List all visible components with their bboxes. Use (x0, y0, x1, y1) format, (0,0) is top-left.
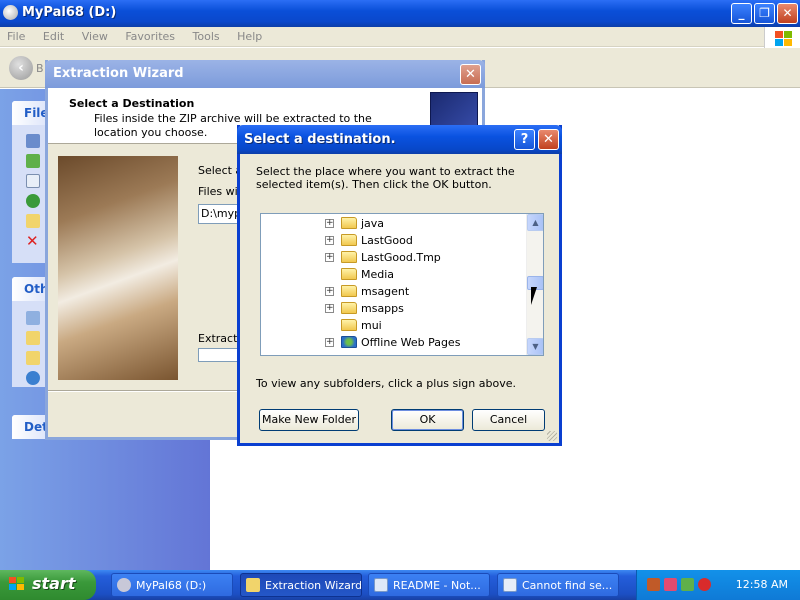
tree-item[interactable]: + LastGood.Tmp (261, 249, 525, 266)
ok-button[interactable]: OK (391, 409, 464, 431)
tray-app-icon[interactable] (647, 578, 660, 591)
publish-icon[interactable] (26, 194, 40, 208)
wizard-title: Extraction Wizard (53, 66, 184, 81)
explorer-title: MyPal68 (D:) (22, 5, 117, 20)
folder-icon (341, 268, 357, 280)
expand-plus-icon[interactable]: + (325, 236, 334, 245)
tree-item-label: LastGood.Tmp (361, 251, 441, 264)
wizard-header-title: Select a Destination (69, 97, 195, 110)
taskbar-item-browser[interactable]: Cannot find se... (497, 573, 619, 597)
taskbar-item-label: MyPal68 (D:) (136, 579, 207, 592)
taskbar-item-explorer[interactable]: MyPal68 (D:) (111, 573, 233, 597)
folder-icon (341, 285, 357, 297)
folder-icon (341, 217, 357, 229)
tree-scrollbar[interactable]: ▲ ▼ (526, 214, 543, 355)
tree-item[interactable]: + java (261, 215, 525, 232)
taskbar-item-label: Extraction Wizard (265, 579, 362, 592)
wizard-title-bar[interactable]: Extraction Wizard ✕ (45, 60, 485, 88)
expand-plus-icon[interactable]: + (325, 338, 334, 347)
notepad-icon (374, 578, 388, 592)
taskbar-item-readme[interactable]: README - Not... (368, 573, 490, 597)
expand-plus-icon[interactable]: + (325, 287, 334, 296)
menu-help[interactable]: Help (230, 27, 269, 46)
windows-flag-icon (9, 577, 26, 592)
tree-item[interactable]: + LastGood (261, 232, 525, 249)
scroll-up-arrow-icon[interactable]: ▲ (527, 214, 543, 231)
tree-item-label: Media (361, 268, 395, 281)
shared-documents-icon[interactable] (26, 351, 40, 365)
folder-icon (246, 578, 260, 592)
folder-icon (341, 319, 357, 331)
menu-bar: File Edit View Favorites Tools Help (0, 27, 800, 47)
browser-page-icon (503, 578, 517, 592)
copy-icon[interactable] (26, 174, 40, 188)
help-button[interactable]: ? (514, 129, 535, 150)
start-button[interactable]: start (0, 570, 96, 600)
taskbar-item-label: Cannot find se... (522, 579, 613, 592)
dialog-title: Select a destination. (244, 132, 396, 147)
tray-update-icon[interactable] (681, 578, 694, 591)
taskbar-item-extraction-wizard[interactable]: Extraction Wizard (240, 573, 362, 597)
menu-tools[interactable]: Tools (186, 27, 227, 46)
menu-file[interactable]: File (0, 27, 32, 46)
system-tray: 12:58 AM (636, 570, 800, 600)
minimize-button[interactable]: _ (731, 3, 752, 24)
tree-item[interactable]: mui (261, 317, 525, 334)
wizard-side-image (58, 156, 178, 380)
wizard-close-button[interactable]: ✕ (460, 64, 481, 85)
tree-item[interactable]: + msagent (261, 283, 525, 300)
dialog-hint: To view any subfolders, click a plus sig… (256, 377, 516, 390)
rename-icon[interactable] (26, 134, 40, 148)
menu-view[interactable]: View (75, 27, 115, 46)
tree-item-label: java (361, 217, 385, 230)
tray-network-icon[interactable] (664, 578, 677, 591)
move-icon[interactable] (26, 154, 40, 168)
start-label: start (32, 574, 76, 593)
clock[interactable]: 12:58 AM (736, 578, 788, 591)
tree-item[interactable]: Media (261, 266, 525, 283)
folder-icon (341, 234, 357, 246)
expand-plus-icon[interactable]: + (325, 304, 334, 313)
web-pages-folder-icon (341, 336, 357, 348)
tree-item-label: msapps (361, 302, 404, 315)
maximize-button[interactable]: ❐ (754, 3, 775, 24)
taskbar: start MyPal68 (D:) Extraction Wizard REA… (0, 570, 800, 600)
email-icon[interactable] (26, 214, 40, 228)
close-button[interactable]: ✕ (777, 3, 798, 24)
mouse-pointer-icon (531, 287, 543, 305)
windows-logo-icon (764, 27, 800, 49)
taskbar-item-label: README - Not... (393, 579, 481, 592)
resize-grip-icon[interactable] (547, 431, 557, 441)
dialog-close-button[interactable]: ✕ (538, 129, 559, 150)
drive-icon (3, 5, 18, 20)
tree-item-label: LastGood (361, 234, 413, 247)
tree-item-label: mui (361, 319, 382, 332)
tree-item-label: Offline Web Pages (361, 336, 461, 349)
drive-icon (117, 578, 131, 592)
back-label[interactable]: B (36, 62, 44, 75)
make-new-folder-button[interactable]: Make New Folder (259, 409, 359, 431)
my-computer-icon[interactable] (26, 311, 40, 325)
menu-edit[interactable]: Edit (36, 27, 71, 46)
tree-item[interactable]: + Offline Web Pages (261, 334, 525, 351)
expand-plus-icon[interactable]: + (325, 253, 334, 262)
expand-plus-icon[interactable]: + (325, 219, 334, 228)
menu-favorites[interactable]: Favorites (118, 27, 182, 46)
scroll-down-arrow-icon[interactable]: ▼ (527, 338, 543, 355)
dialog-title-bar[interactable]: Select a destination. ? ✕ (237, 125, 562, 154)
tree-item[interactable]: + msapps (261, 300, 525, 317)
folder-tree[interactable]: + java + LastGood + LastGood.Tmp Media +… (260, 213, 544, 356)
tray-security-icon[interactable] (698, 578, 711, 591)
select-destination-dialog: Select a destination. ? ✕ Select the pla… (237, 125, 562, 446)
folder-icon (341, 302, 357, 314)
explorer-title-bar[interactable]: MyPal68 (D:) _ ❐ ✕ (0, 0, 800, 27)
back-arrow-icon[interactable]: ‹ (9, 56, 33, 80)
tree-item-label: msagent (361, 285, 410, 298)
network-places-icon[interactable] (26, 371, 40, 385)
delete-icon[interactable]: ✕ (26, 234, 40, 249)
cancel-button[interactable]: Cancel (472, 409, 545, 431)
dialog-instructions: Select the place where you want to extra… (256, 165, 515, 191)
my-documents-icon[interactable] (26, 331, 40, 345)
folder-icon (341, 251, 357, 263)
